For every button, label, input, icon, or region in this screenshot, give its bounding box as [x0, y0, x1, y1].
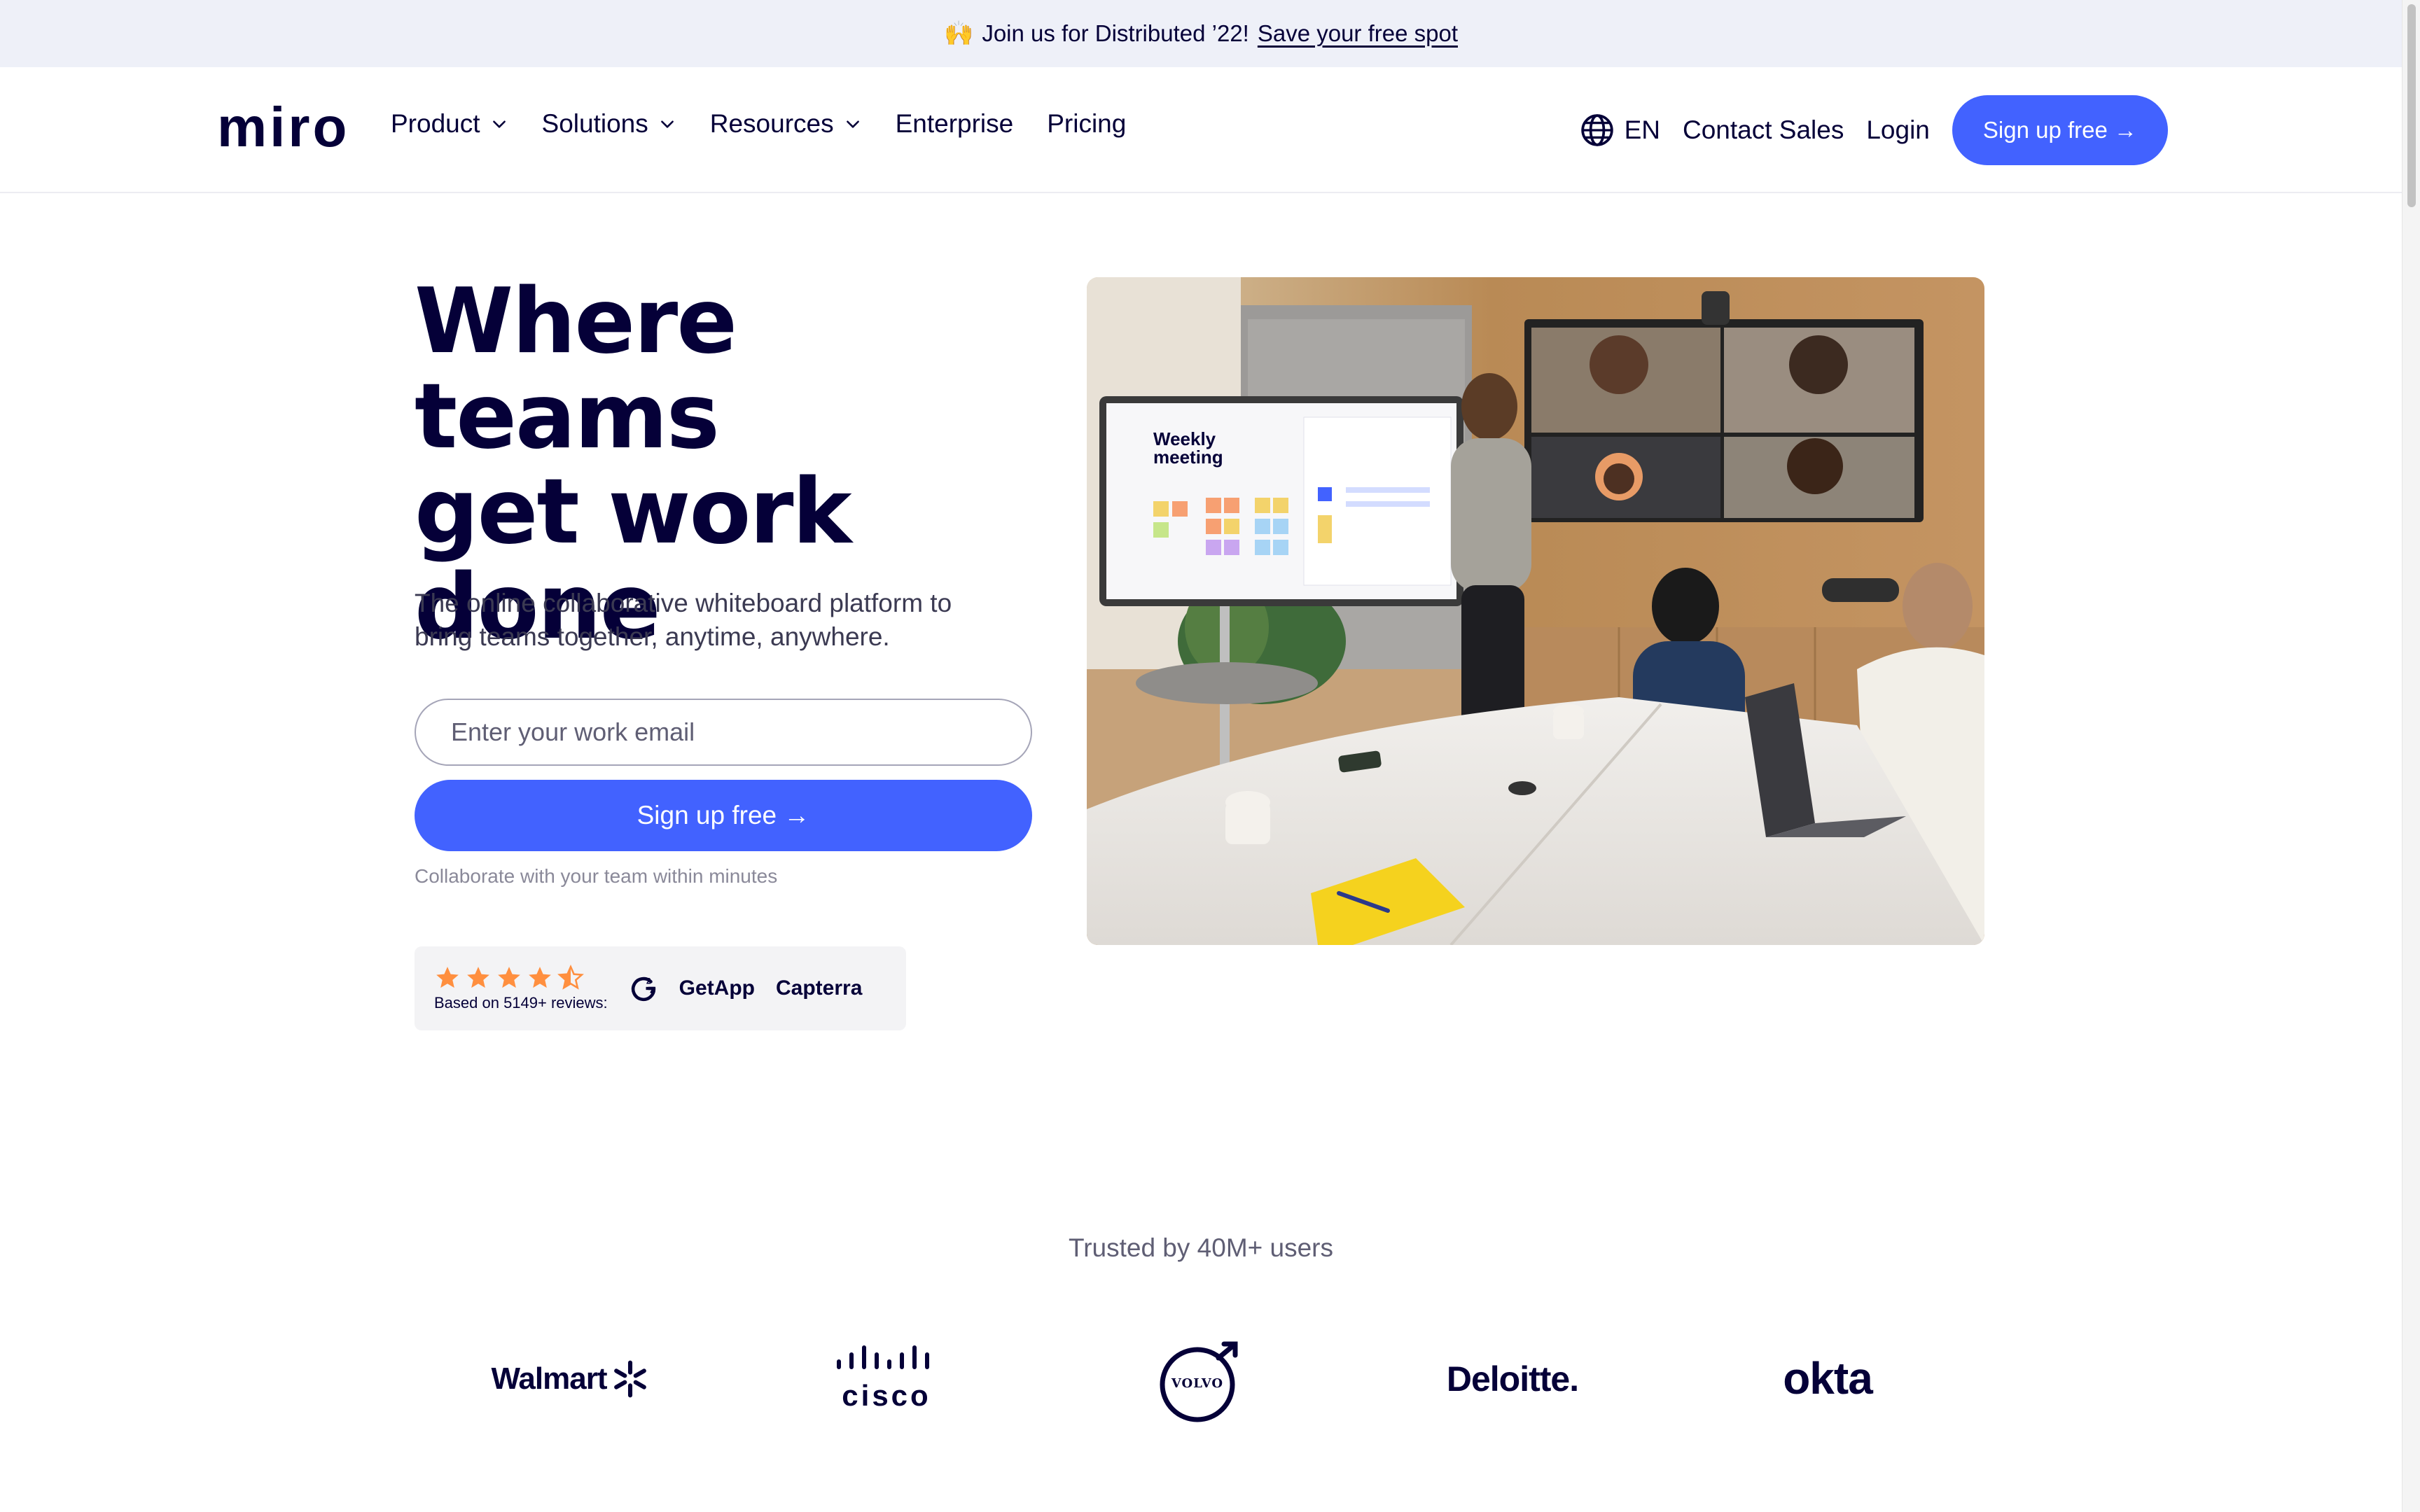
walmart-wordmark: Walmart	[491, 1362, 608, 1396]
star-rating	[434, 965, 608, 991]
main-menu: Product Solutions Resources Enterprise P…	[391, 109, 1126, 139]
contact-sales-link[interactable]: Contact Sales	[1683, 115, 1844, 145]
scrollbar-thumb[interactable]	[2407, 4, 2416, 207]
banner-link[interactable]: Save your free spot	[1258, 20, 1458, 47]
walmart-logo: Walmart	[483, 1351, 658, 1407]
nav-item-label: Resources	[709, 109, 834, 138]
nav-signup-button[interactable]: Sign up free →	[1952, 95, 2168, 165]
nav-item-label: Enterprise	[895, 109, 1014, 138]
hero-signup-button[interactable]: Sign up free →	[415, 780, 1032, 851]
hero-subtitle-line: bring teams together, anytime, anywhere.	[415, 622, 890, 651]
promo-banner: 🙌 Join us for Distributed ’22! Save your…	[0, 0, 2402, 67]
walmart-spark-icon	[614, 1360, 647, 1398]
nav-item-product[interactable]: Product	[391, 109, 508, 139]
chevron-down-icon	[492, 120, 506, 128]
reviews-count: Based on 5149+ reviews:	[434, 994, 608, 1011]
svg-text:2: 2	[646, 976, 651, 986]
hero-title-line: Where teams	[415, 270, 737, 469]
hero-image: Weekly meeting	[1087, 277, 1984, 945]
cisco-bars-icon	[837, 1345, 929, 1369]
nav-item-label: Solutions	[541, 109, 648, 138]
page-scrollbar[interactable]	[2402, 0, 2420, 1512]
review-sites: 2 GetApp Capterra	[629, 974, 863, 1003]
cisco-logo: cisco	[830, 1340, 943, 1417]
okta-logo: okta	[1758, 1348, 1898, 1408]
nav-item-label: Product	[391, 109, 480, 138]
screen-title-line: meeting	[1153, 447, 1223, 468]
volvo-logo: VOLVO	[1157, 1338, 1244, 1425]
header-nav: miro Product Solutions Resources Enterpr…	[0, 67, 2402, 193]
chevron-down-icon	[846, 120, 859, 128]
hero-subtitle: The online collaborative whiteboard plat…	[415, 587, 1045, 654]
customer-logos: Walmart cisco VOLVO Deloitte. okta	[0, 1330, 2402, 1428]
nav-item-pricing[interactable]: Pricing	[1047, 109, 1126, 139]
star-icon	[529, 967, 551, 988]
deloitte-logo: Deloitte.	[1428, 1351, 1597, 1407]
work-email-input[interactable]	[415, 699, 1032, 766]
banner-text: Join us for Distributed ’22!	[982, 20, 1249, 46]
volvo-wordmark: VOLVO	[1171, 1376, 1224, 1391]
language-label: EN	[1624, 115, 1660, 144]
g2-logo-icon: 2	[631, 976, 655, 1002]
trusted-by-text: Trusted by 40M+ users	[1068, 1233, 1334, 1262]
collaborate-note: Collaborate with your team within minute…	[415, 865, 778, 887]
star-icon	[467, 967, 489, 988]
chevron-down-icon	[660, 120, 674, 128]
hero-title-line: get work	[415, 460, 852, 564]
login-link[interactable]: Login	[1866, 115, 1930, 145]
raised-hands-icon: 🙌	[943, 20, 974, 47]
nav-item-label: Pricing	[1047, 109, 1127, 138]
meeting-room-illustration: Weekly meeting	[1087, 277, 1984, 945]
globe-icon	[1580, 114, 1613, 146]
half-star-icon	[557, 965, 584, 990]
star-icon	[498, 967, 520, 988]
okta-wordmark: okta	[1783, 1353, 1873, 1404]
language-selector[interactable]: EN	[1580, 113, 1660, 148]
nav-item-enterprise[interactable]: Enterprise	[896, 109, 1014, 139]
reviews-badge: Based on 5149+ reviews: 2 GetApp Capterr…	[415, 946, 906, 1030]
deloitte-wordmark: Deloitte.	[1446, 1359, 1579, 1399]
hero-subtitle-line: The online collaborative whiteboard plat…	[415, 589, 952, 617]
nav-item-resources[interactable]: Resources	[710, 109, 862, 139]
screen-title: Weekly meeting	[1153, 428, 1223, 468]
header-actions: EN Contact Sales Login Sign up free →	[1580, 95, 2168, 165]
cisco-wordmark: cisco	[842, 1379, 931, 1412]
nav-item-solutions[interactable]: Solutions	[542, 109, 676, 139]
rating-block: Based on 5149+ reviews:	[434, 965, 608, 1012]
capterra-logo: Capterra	[776, 976, 863, 1000]
miro-logo[interactable]: miro	[217, 95, 349, 160]
getapp-logo: GetApp	[679, 976, 755, 1000]
star-icon	[436, 967, 459, 988]
